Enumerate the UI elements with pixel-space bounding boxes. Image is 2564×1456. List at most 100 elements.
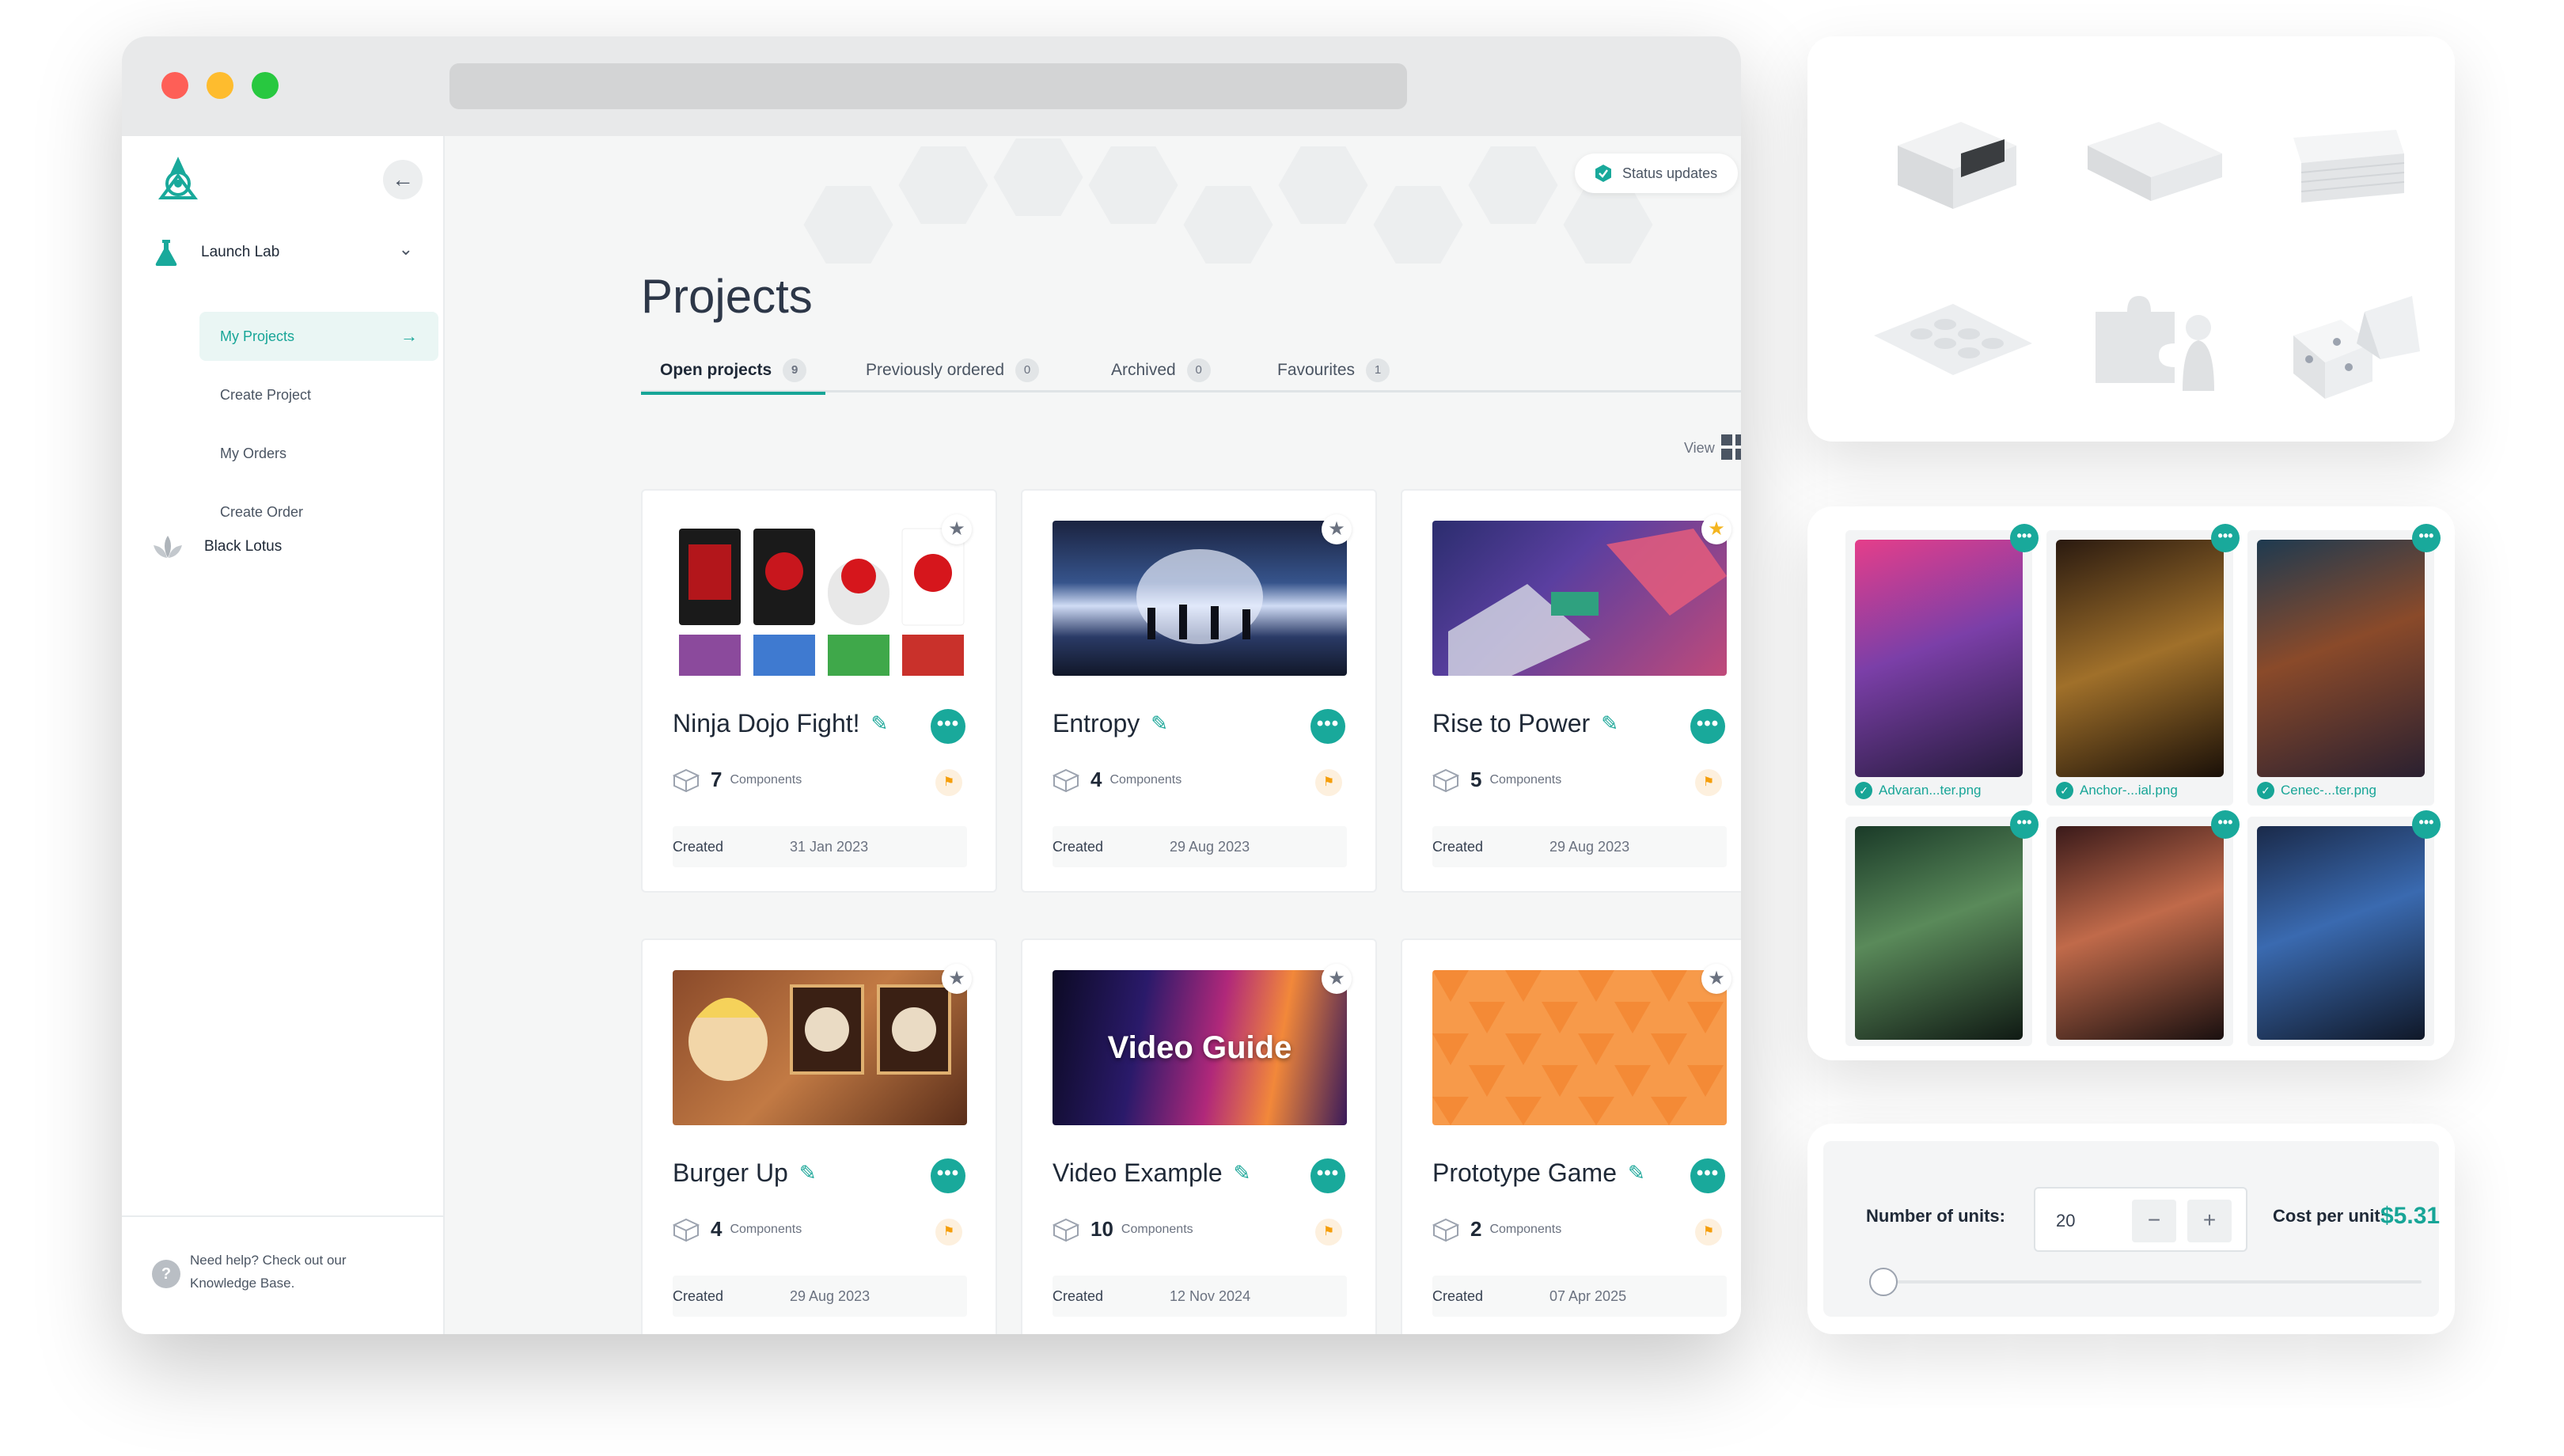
more-options-button[interactable]: •••: [2412, 524, 2441, 552]
card-box-icon[interactable]: [2064, 90, 2238, 233]
browser-window: ← Launch Lab ⌄ My Projects → Create Proj…: [122, 36, 1741, 1334]
flag-icon[interactable]: ⚑: [1695, 1219, 1722, 1246]
status-updates-button[interactable]: Status updates: [1575, 154, 1739, 193]
flag-icon[interactable]: ⚑: [1695, 769, 1722, 796]
units-slider-handle[interactable]: [1869, 1268, 1898, 1296]
flag-icon[interactable]: ⚑: [1315, 769, 1342, 796]
card-artwork-image: [1855, 826, 2023, 1040]
favourite-star-icon[interactable]: ★: [942, 514, 972, 544]
edit-pencil-icon[interactable]: ✎: [1628, 1161, 1645, 1185]
edit-pencil-icon[interactable]: ✎: [1234, 1161, 1251, 1185]
grid-view-icon[interactable]: [1720, 434, 1741, 461]
more-options-button[interactable]: •••: [1690, 1158, 1725, 1193]
more-options-button[interactable]: •••: [1310, 709, 1345, 744]
project-name: Prototype Game ✎: [1432, 1158, 1645, 1187]
component-count: 4 Components: [673, 1217, 802, 1242]
units-stepper[interactable]: 20 − +: [2034, 1187, 2247, 1252]
card-deck-icon[interactable]: [2262, 90, 2436, 233]
pricing-panel: Number of units: 20 − + Cost per unit: $…: [1807, 1124, 2455, 1334]
project-tabs: Open projects 9 Previously ordered 0 Arc…: [641, 348, 1741, 395]
card-file-name: ✓ Anchor-...ial.png: [2056, 782, 2178, 799]
more-options-button[interactable]: •••: [2211, 810, 2240, 839]
project-card[interactable]: ★ Ninja Dojo Fight! ✎ ••• 7 Components ⚑ C…: [641, 489, 997, 893]
units-input[interactable]: 20: [2056, 1211, 2075, 1231]
created-row: Created 07 Apr 2025: [1432, 1276, 1727, 1317]
card-artwork-tile[interactable]: ••• ✓ Anchor-...ial.png: [2046, 524, 2240, 806]
project-card[interactable]: ★ Prototype Game ✎ ••• 2 Components ⚑ Crea…: [1401, 938, 1741, 1334]
sidebar-item-label: Create Project: [220, 386, 312, 403]
collapse-sidebar-button[interactable]: ←: [383, 160, 423, 199]
project-card[interactable]: ★ Rise to Power ✎ ••• 5 Components ⚑ Creat…: [1401, 489, 1741, 893]
more-options-button[interactable]: •••: [931, 709, 965, 744]
tab-favourites[interactable]: Favourites 1: [1277, 348, 1390, 392]
edit-pencil-icon[interactable]: ✎: [799, 1161, 817, 1185]
increment-button[interactable]: +: [2187, 1200, 2232, 1242]
nav-group-launch-lab[interactable]: Launch Lab ⌄: [150, 234, 419, 271]
launch-lab-logo-icon[interactable]: [150, 152, 206, 207]
dice-icon[interactable]: [2262, 264, 2436, 407]
more-options-button[interactable]: •••: [2412, 810, 2441, 839]
card-artwork-image: [2056, 826, 2224, 1040]
pricing-box: Number of units: 20 − + Cost per unit: $…: [1823, 1141, 2440, 1317]
more-options-button[interactable]: •••: [2010, 524, 2039, 552]
help-section[interactable]: ? Need help? Check out our Knowledge Bas…: [122, 1215, 443, 1334]
nav-group-label: Launch Lab: [201, 244, 280, 260]
arrow-left-icon: ←: [392, 167, 414, 191]
tab-open-projects[interactable]: Open projects 9: [641, 348, 826, 395]
more-options-button[interactable]: •••: [2010, 810, 2039, 839]
component-count: 7 Components: [673, 768, 802, 792]
project-card[interactable]: Video Guide ★ Video Example ✎ ••• 10 Compo…: [1021, 938, 1377, 1334]
project-thumbnail: [1432, 970, 1727, 1125]
more-options-button[interactable]: •••: [1690, 709, 1725, 744]
edit-pencil-icon[interactable]: ✎: [1601, 711, 1618, 736]
chevron-down-icon[interactable]: ⌄: [399, 239, 413, 260]
edit-pencil-icon[interactable]: ✎: [871, 711, 889, 736]
favourite-star-icon[interactable]: ★: [942, 964, 972, 994]
flag-icon[interactable]: ⚑: [1315, 1219, 1342, 1246]
favourite-star-icon[interactable]: ★: [1701, 514, 1731, 544]
component-types-panel: [1807, 36, 2455, 442]
sidebar-item-my-orders[interactable]: My Orders: [199, 429, 438, 478]
card-artwork-tile[interactable]: ••• ✓ Cenec-...ter.png: [2247, 524, 2441, 806]
minimize-window-button[interactable]: [207, 72, 233, 99]
favourite-star-icon[interactable]: ★: [1701, 964, 1731, 994]
page-title: Projects: [641, 270, 813, 323]
project-name: Ninja Dojo Fight! ✎: [673, 709, 889, 737]
card-artwork-tile[interactable]: •••: [2046, 810, 2240, 1046]
card-artwork-image: [1855, 540, 2023, 777]
project-card[interactable]: ★ Entropy ✎ ••• 4 Components ⚑ Created 29 A…: [1021, 489, 1377, 893]
box-icon: [673, 1218, 700, 1242]
more-options-button[interactable]: •••: [1310, 1158, 1345, 1193]
more-options-button[interactable]: •••: [2211, 524, 2240, 552]
tab-archived[interactable]: Archived 0: [1111, 348, 1211, 392]
maximize-window-button[interactable]: [252, 72, 279, 99]
project-card[interactable]: ★ Burger Up ✎ ••• 4 Components ⚑ Created 29…: [641, 938, 997, 1334]
token-sheet-icon[interactable]: [1866, 264, 2040, 407]
close-window-button[interactable]: [161, 72, 188, 99]
sidebar: ← Launch Lab ⌄ My Projects → Create Proj…: [122, 136, 445, 1334]
sidebar-item-create-project[interactable]: Create Project: [199, 370, 438, 419]
puzzle-meeple-icon[interactable]: [2064, 264, 2238, 407]
tab-previously-ordered[interactable]: Previously ordered 0: [866, 348, 1040, 392]
card-artwork-tile[interactable]: •••: [2247, 810, 2441, 1046]
flag-icon[interactable]: ⚑: [935, 769, 962, 796]
card-artwork-tile[interactable]: •••: [1845, 810, 2039, 1046]
card-artwork-tile[interactable]: ••• ✓ Advaran...ter.png: [1845, 524, 2039, 806]
tuck-box-icon[interactable]: [1866, 90, 2040, 233]
units-slider-track[interactable]: [1887, 1280, 2422, 1283]
nav-group-black-lotus[interactable]: Black Lotus: [150, 529, 282, 565]
sidebar-item-label: My Projects: [220, 328, 295, 344]
sidebar-item-label: My Orders: [220, 445, 287, 461]
address-bar[interactable]: [449, 63, 1407, 109]
more-options-button[interactable]: •••: [931, 1158, 965, 1193]
decrement-button[interactable]: −: [2132, 1200, 2176, 1242]
check-icon: ✓: [2056, 782, 2073, 799]
edit-pencil-icon[interactable]: ✎: [1151, 711, 1168, 736]
favourite-star-icon[interactable]: ★: [1322, 514, 1352, 544]
component-count: 4 Components: [1053, 768, 1181, 792]
sidebar-item-my-projects[interactable]: My Projects →: [199, 312, 438, 361]
tab-label: Archived: [1111, 361, 1176, 379]
favourite-star-icon[interactable]: ★: [1322, 964, 1352, 994]
card-file-name: ✓ Cenec-...ter.png: [2257, 782, 2376, 799]
flag-icon[interactable]: ⚑: [935, 1219, 962, 1246]
